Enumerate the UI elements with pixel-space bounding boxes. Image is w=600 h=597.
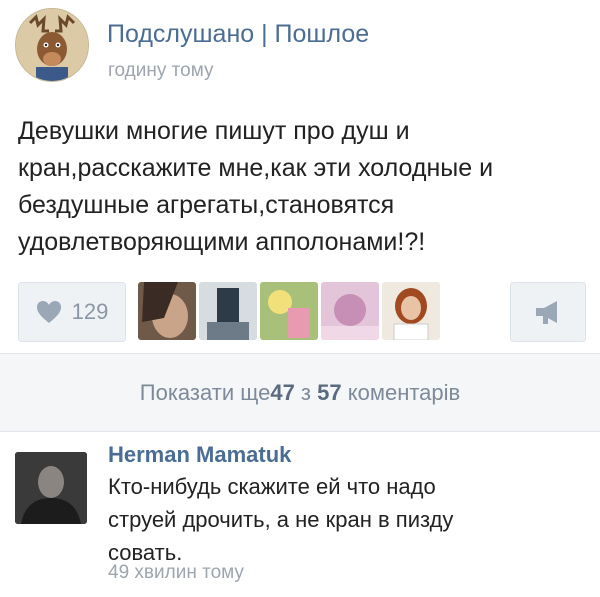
liker-photo[interactable]	[321, 282, 379, 340]
show-more-prefix: Показати ще	[139, 380, 271, 405]
liker-photo[interactable]	[199, 282, 257, 340]
total-count: 57	[317, 380, 342, 405]
liker-avatar-4	[321, 282, 379, 340]
comment-avatar[interactable]	[15, 452, 87, 524]
share-button[interactable]	[510, 282, 586, 342]
comment-timestamp[interactable]: 49 хвилин тому	[108, 562, 244, 584]
shown-count: 47	[270, 380, 295, 405]
comment: Herman Mamatuk Кто-нибудь скажите ей что…	[15, 432, 585, 597]
commenter-avatar	[15, 452, 87, 524]
show-more-middle: з	[294, 380, 318, 405]
comment-author-link[interactable]: Herman Mamatuk	[108, 442, 291, 468]
group-name-link[interactable]: Подслушано | Пошлое	[107, 20, 369, 49]
liker-avatar-1	[138, 282, 196, 340]
moose-logo-icon	[16, 9, 88, 81]
liker-avatar-2	[199, 282, 257, 340]
liker-photo[interactable]	[260, 282, 318, 340]
group-avatar[interactable]	[15, 8, 89, 82]
show-more-suffix: коментарів	[341, 380, 461, 405]
liker-photos	[138, 282, 440, 340]
liker-avatar-5	[382, 282, 440, 340]
liker-photo[interactable]	[382, 282, 440, 340]
post-text: Девушки многие пишут про душ и кран,расс…	[18, 117, 494, 256]
liker-avatar-3	[260, 282, 318, 340]
like-count: 129	[71, 299, 109, 324]
megaphone-icon	[536, 301, 557, 324]
show-more-comments-button[interactable]: Показати ще ​47 з 57 коментарів	[0, 354, 600, 432]
liker-photo[interactable]	[138, 282, 196, 340]
comment-text: Кто-нибудь скажите ей что надо струей др…	[108, 474, 454, 565]
heart-icon	[36, 301, 61, 323]
post-timestamp[interactable]: годину тому	[108, 60, 213, 82]
post-header: Подслушано | Пошлое годину тому	[15, 8, 585, 88]
like-button[interactable]: 129	[18, 282, 126, 342]
